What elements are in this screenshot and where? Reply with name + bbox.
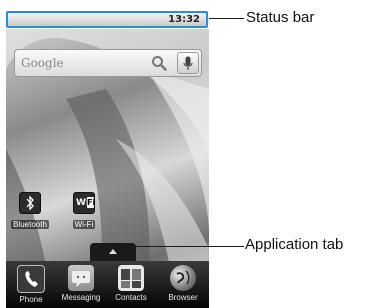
- dock-item-messaging[interactable]: Messaging: [56, 265, 106, 302]
- home-screen: Google Bluetooth Wi Fi Wi-Fi Phone Messa…: [6, 29, 209, 308]
- status-bar: 13:32: [6, 11, 208, 28]
- status-bar-callout-line: [209, 18, 244, 19]
- status-time: 13:32: [168, 14, 200, 25]
- application-tab-callout-label: Application tab: [245, 236, 344, 253]
- chevron-up-icon: [109, 249, 117, 254]
- phone-screen: Google Bluetooth Wi Fi Wi-Fi Phone Messa…: [3, 3, 209, 308]
- messaging-icon: [68, 265, 94, 291]
- bluetooth-widget[interactable]: Bluetooth: [8, 192, 52, 232]
- application-tab[interactable]: [90, 243, 136, 261]
- bluetooth-icon: [19, 192, 41, 214]
- dock-bar: Phone Messaging Contacts Browser: [6, 261, 209, 308]
- dock-label-browser: Browser: [168, 293, 198, 302]
- dock-label-contacts: Contacts: [115, 293, 147, 302]
- search-icon[interactable]: [151, 55, 167, 71]
- contacts-icon: [118, 265, 144, 291]
- microphone-icon: [183, 56, 193, 70]
- application-tab-callout-line: [134, 246, 244, 247]
- google-search-bar[interactable]: Google: [14, 49, 202, 77]
- dock-item-browser[interactable]: Browser: [158, 265, 208, 302]
- status-bar-callout-label: Status bar: [246, 9, 315, 26]
- dock-label-phone: Phone: [19, 295, 43, 304]
- google-logo-label: Google: [21, 56, 64, 70]
- dock-item-phone[interactable]: Phone: [6, 265, 56, 304]
- wifi-widget[interactable]: Wi Fi Wi-Fi: [62, 192, 106, 232]
- wifi-icon: Wi Fi: [73, 192, 95, 214]
- browser-icon: [170, 265, 196, 291]
- voice-search-button[interactable]: [177, 52, 199, 74]
- dock-label-messaging: Messaging: [61, 293, 101, 302]
- wifi-label: Wi-Fi: [72, 220, 96, 229]
- phone-icon: [17, 265, 45, 293]
- dock-item-contacts[interactable]: Contacts: [106, 265, 156, 302]
- bluetooth-label: Bluetooth: [11, 220, 49, 229]
